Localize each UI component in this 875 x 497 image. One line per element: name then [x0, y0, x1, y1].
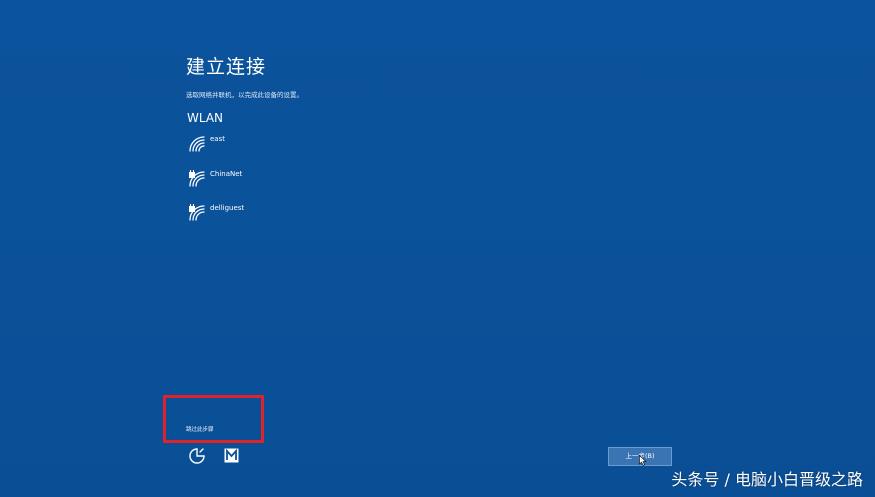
skip-this-step-link[interactable]: 跳过此步骤	[186, 425, 214, 433]
network-name: east	[210, 135, 225, 143]
page-subtitle: 选取网络并联机，以完成此设备的设置。	[186, 91, 303, 99]
wifi-secured-icon	[189, 204, 205, 221]
page-title: 建立连接	[186, 56, 267, 78]
narrator-icon[interactable]	[224, 448, 239, 463]
network-name: delliguest	[210, 204, 245, 212]
highlight-box	[163, 395, 264, 443]
network-item-delliguest[interactable]: delliguest	[188, 204, 308, 224]
network-name: ChinaNet	[210, 170, 243, 178]
network-item-east[interactable]: east	[188, 135, 308, 155]
ease-of-access-icon[interactable]	[188, 447, 206, 465]
oobe-screen: 建立连接 选取网络并联机，以完成此设备的设置。 WLAN east ChinaN…	[0, 0, 875, 497]
mouse-cursor-icon	[639, 455, 647, 466]
wifi-secured-icon	[189, 170, 205, 187]
network-item-chinanet[interactable]: ChinaNet	[188, 170, 308, 190]
watermark-text: 头条号 / 电脑小白晋级之路	[671, 470, 863, 489]
wlan-section-label: WLAN	[187, 111, 224, 125]
wifi-icon	[189, 136, 205, 152]
